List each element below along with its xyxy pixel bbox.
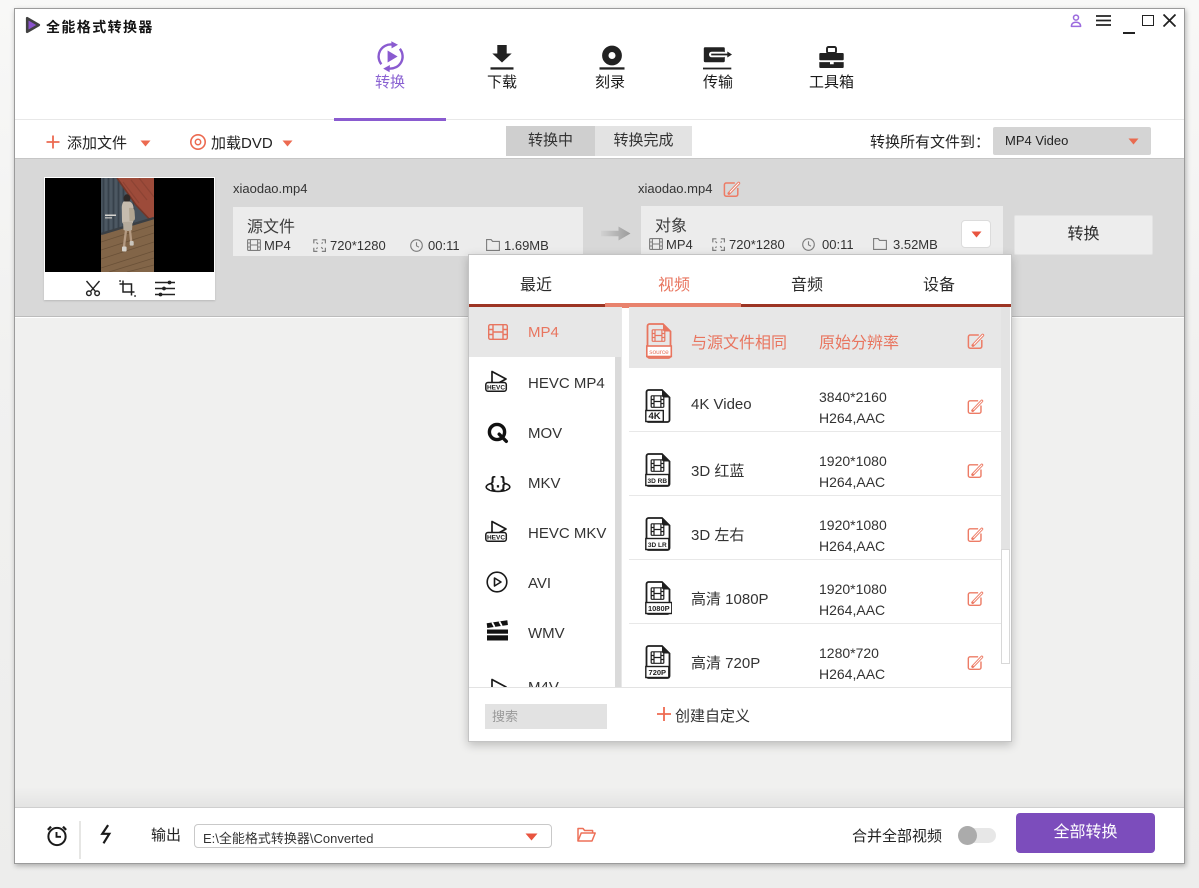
svg-text:HEVC: HEVC	[487, 385, 505, 392]
svg-text:4K: 4K	[648, 411, 660, 422]
svg-text:{.}: {.}	[490, 475, 507, 492]
svg-text:source: source	[649, 349, 669, 356]
svg-text:720P: 720P	[649, 668, 667, 677]
svg-text:HEVC: HEVC	[487, 535, 505, 542]
svg-text:1080P: 1080P	[648, 604, 670, 613]
svg-text:3D LR: 3D LR	[648, 542, 667, 549]
svg-text:3D RB: 3D RB	[648, 478, 668, 485]
